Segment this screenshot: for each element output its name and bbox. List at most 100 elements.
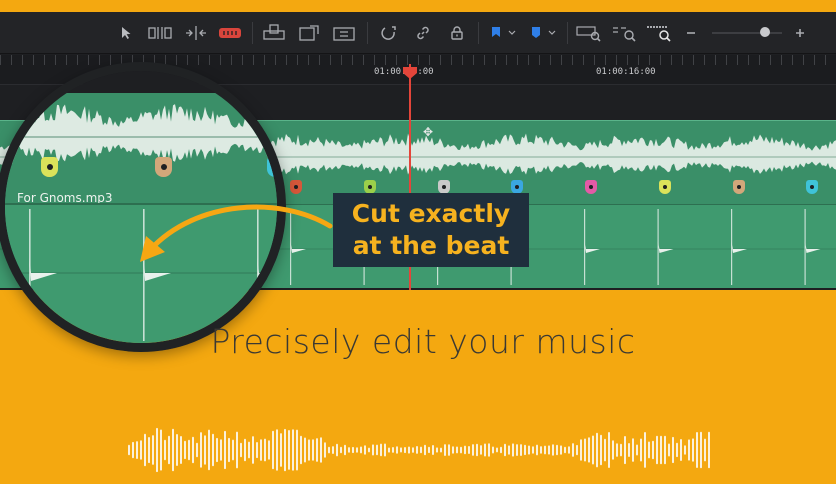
waveform-bar [176, 434, 178, 466]
waveform-bar [392, 447, 394, 453]
waveform-bar [272, 430, 274, 470]
waveform-bar [608, 432, 610, 468]
waveform-bar [660, 435, 662, 465]
waveform-bar [472, 444, 474, 456]
waveform-bar [584, 438, 586, 462]
waveform-bar [372, 444, 374, 456]
waveform-bar [436, 447, 438, 453]
waveform-decoration-icon [128, 427, 710, 473]
waveform-bar [504, 443, 506, 457]
waveform-bar [244, 438, 246, 462]
waveform-bar [256, 442, 258, 459]
waveform-bar [144, 433, 146, 467]
waveform-bar [284, 428, 286, 472]
waveform-bar [188, 439, 190, 461]
waveform-bar [320, 437, 322, 463]
waveform-bar [304, 437, 306, 463]
waveform-bar [364, 445, 366, 455]
waveform-bar [180, 436, 182, 464]
waveform-bar [248, 441, 250, 459]
waveform-bar [344, 444, 346, 456]
waveform-bar [444, 444, 446, 456]
waveform-bar [668, 443, 670, 457]
waveform-bar [236, 431, 238, 469]
waveform-bar [208, 429, 210, 471]
waveform-bar [160, 429, 162, 471]
waveform-bar [412, 447, 414, 453]
waveform-bar [512, 443, 514, 457]
waveform-bar [440, 447, 442, 453]
waveform-bar [204, 435, 206, 465]
waveform-bar [704, 438, 706, 462]
waveform-bar [152, 435, 154, 465]
waveform-bar [280, 433, 282, 467]
waveform-bar [604, 438, 606, 462]
waveform-bar [676, 442, 678, 458]
waveform-bar [536, 444, 538, 456]
waveform-bar [600, 434, 602, 466]
waveform-bar [260, 439, 262, 461]
waveform-bar [424, 444, 426, 456]
waveform-bar [524, 444, 526, 456]
waveform-bar [380, 443, 382, 457]
waveform-bar [480, 445, 482, 455]
waveform-bar [476, 443, 478, 457]
arrow-icon [140, 204, 333, 262]
waveform-bar [468, 446, 470, 454]
waveform-bar [568, 446, 570, 454]
waveform-bar [652, 440, 654, 460]
waveform-bar [544, 445, 546, 455]
waveform-bar [620, 443, 622, 457]
waveform-bar [228, 437, 230, 463]
waveform-bar [352, 446, 354, 454]
waveform-bar [388, 447, 390, 453]
waveform-bar [464, 445, 466, 455]
waveform-bar [456, 446, 458, 454]
waveform-bar [200, 432, 202, 468]
waveform-bar [640, 438, 642, 462]
waveform-bar [416, 446, 418, 454]
waveform-bar [224, 430, 226, 470]
waveform-bar [656, 435, 658, 465]
waveform-bar [268, 440, 270, 460]
waveform-bar [572, 443, 574, 457]
waveform-bar [488, 443, 490, 457]
waveform-bar [432, 445, 434, 455]
waveform-bar [680, 439, 682, 461]
waveform-bar [664, 435, 666, 465]
waveform-bar [496, 447, 498, 453]
waveform-bar [340, 446, 342, 454]
waveform-bar [376, 444, 378, 456]
waveform-bar [136, 441, 138, 459]
waveform-bar [300, 435, 302, 465]
waveform-bar [360, 446, 362, 454]
waveform-bar [400, 447, 402, 453]
waveform-bar [296, 429, 298, 471]
waveform-bar [684, 445, 686, 455]
waveform-bar [404, 447, 406, 454]
waveform-bar [308, 439, 310, 461]
waveform-bar [324, 442, 326, 458]
waveform-bar [492, 446, 494, 454]
waveform-bar [452, 446, 454, 454]
waveform-bar [616, 443, 618, 457]
waveform-bar [692, 438, 694, 462]
waveform-bar [672, 436, 674, 464]
waveform-bar [196, 442, 198, 458]
waveform-bar [696, 432, 698, 468]
waveform-bar [148, 437, 150, 464]
waveform-bar [484, 443, 486, 457]
waveform-bar [276, 429, 278, 471]
waveform-bar [576, 444, 578, 456]
waveform-bar [316, 438, 318, 462]
waveform-bar [164, 439, 166, 461]
waveform-bar [592, 435, 594, 465]
waveform-bar [548, 445, 550, 455]
waveform-bar [528, 445, 530, 455]
waveform-bar [632, 438, 634, 462]
waveform-bar [500, 446, 502, 454]
waveform-bar [420, 446, 422, 454]
waveform-bar [460, 446, 462, 454]
waveform-bar [708, 431, 710, 469]
waveform-bar [288, 430, 290, 470]
